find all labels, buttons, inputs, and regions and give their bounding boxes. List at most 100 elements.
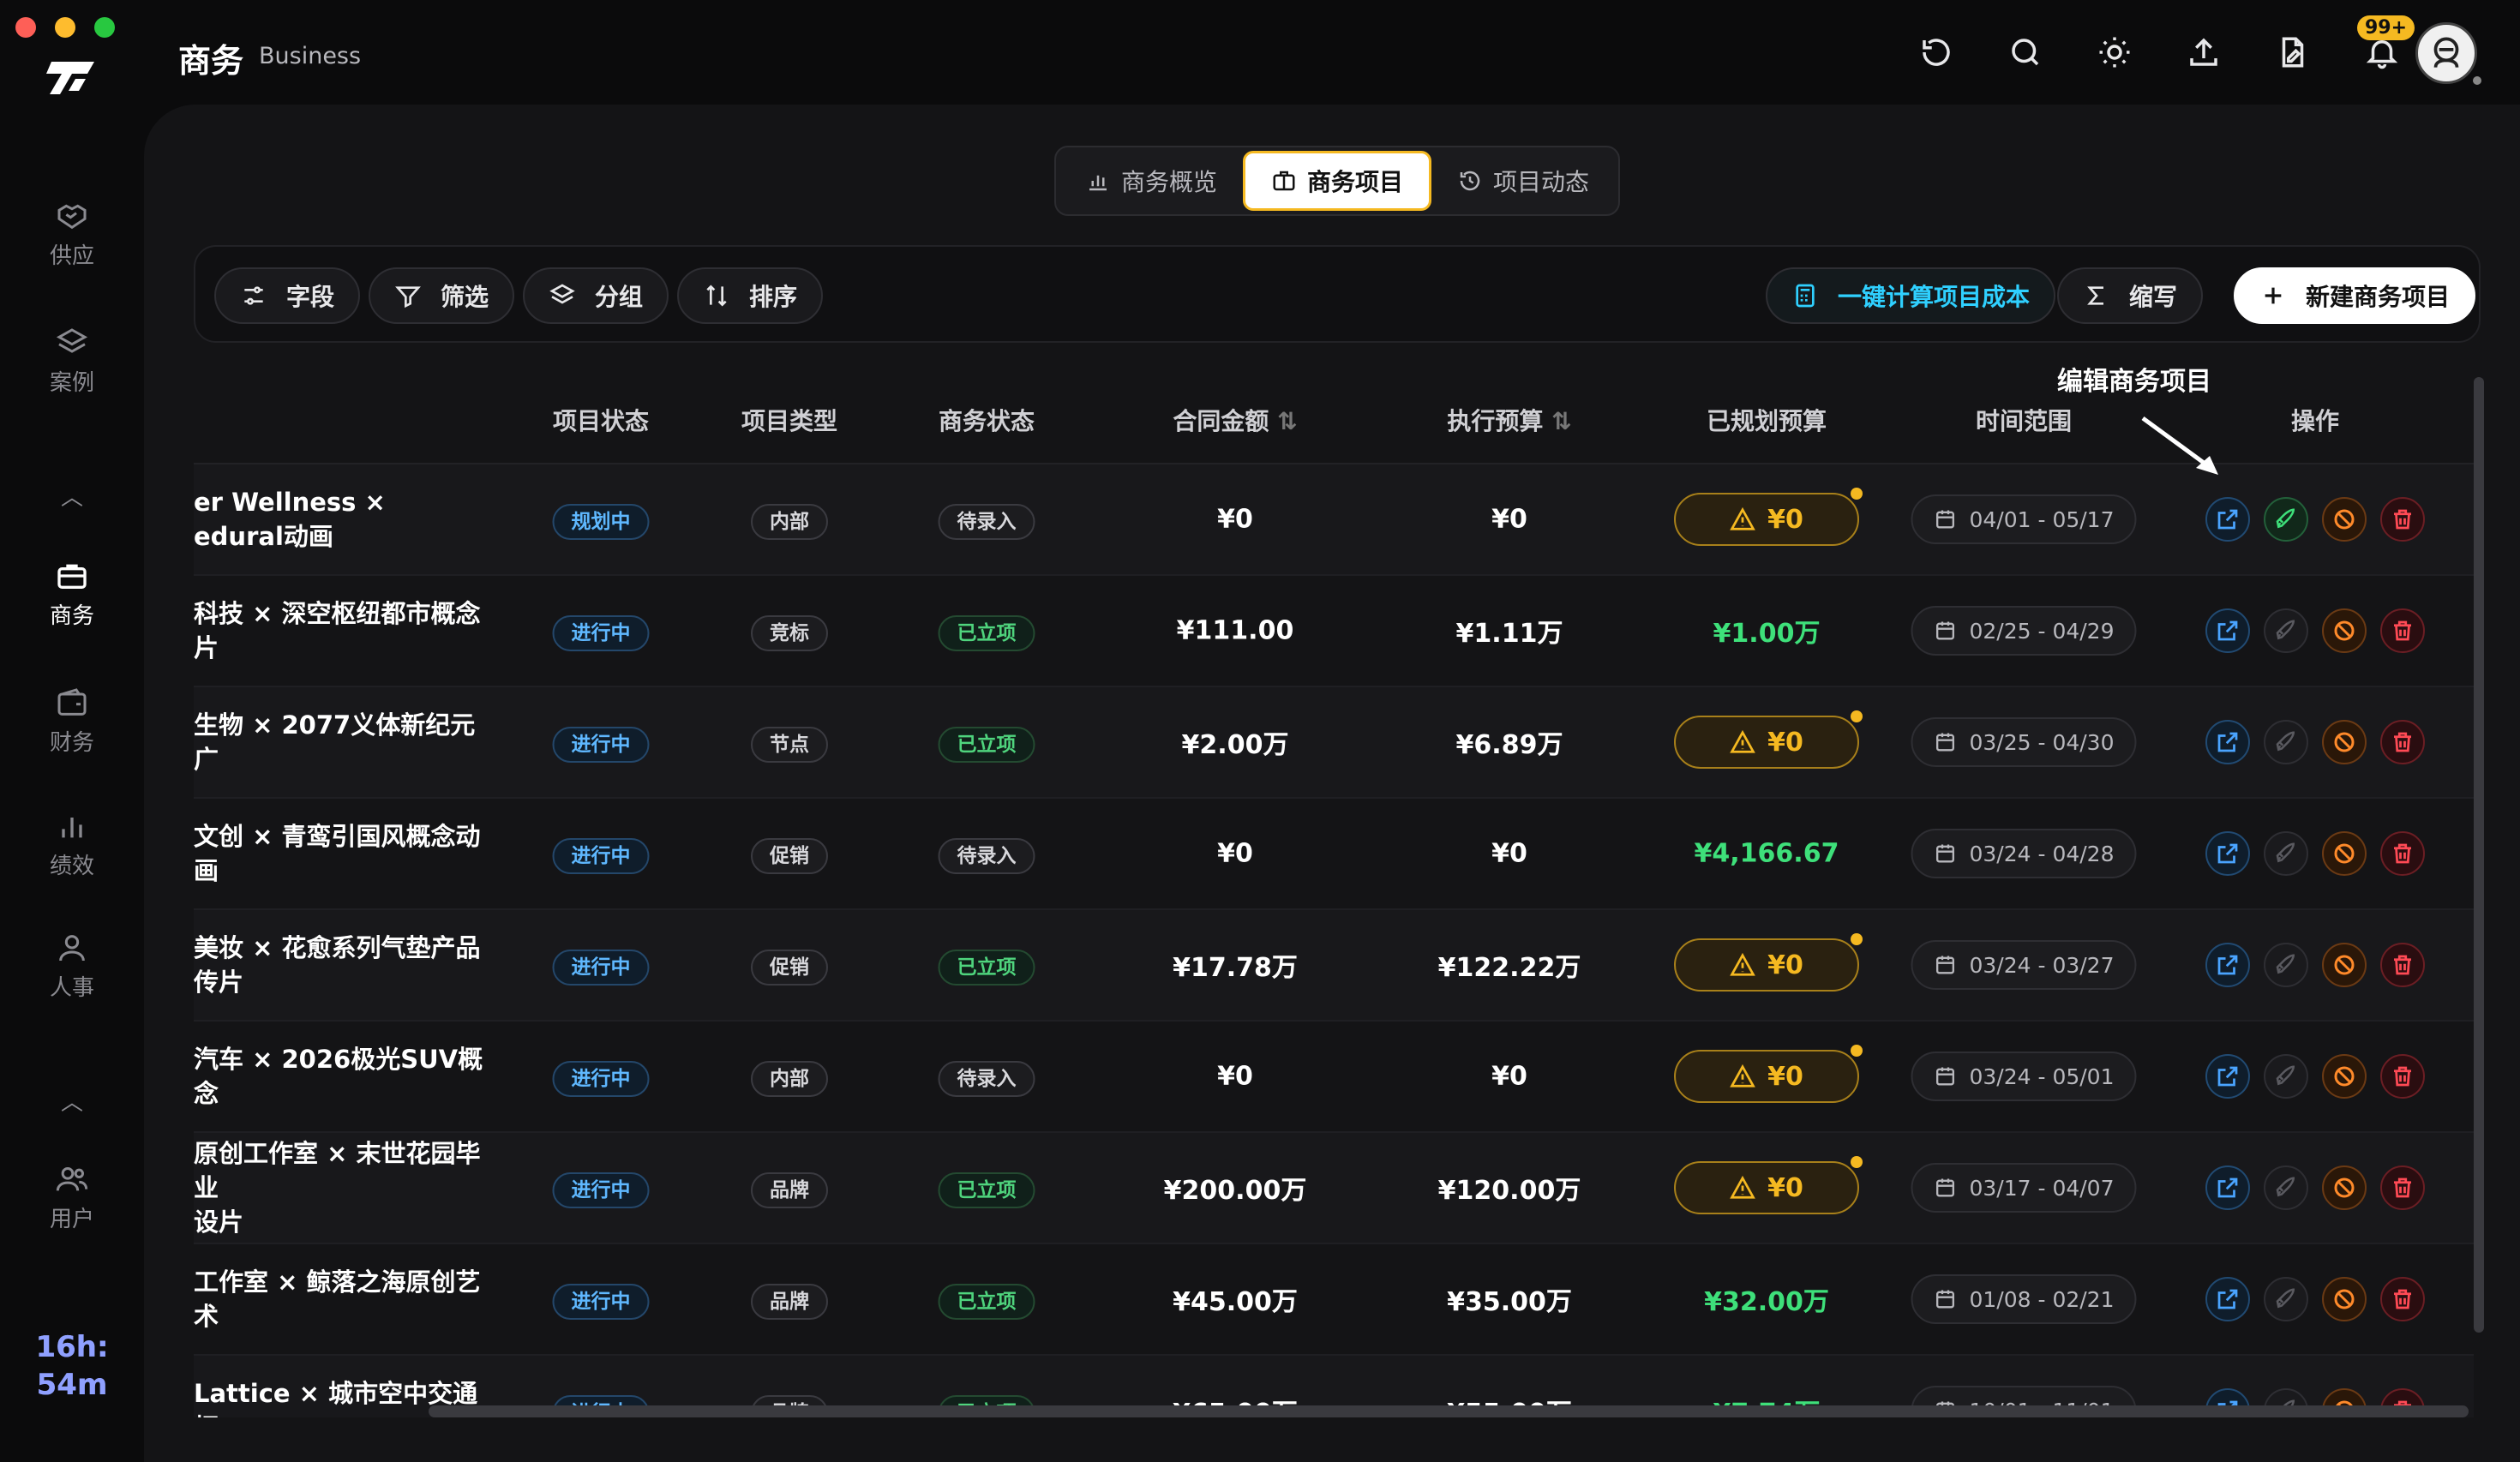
sidebar-item-supply[interactable]: 供应 — [0, 199, 144, 270]
date-range[interactable]: 03/17 - 04/07 — [1911, 1163, 2137, 1213]
disable-button[interactable] — [2322, 497, 2367, 542]
horizontal-scrollbar[interactable] — [429, 1405, 2469, 1417]
tab-projects[interactable]: 商务项目 — [1243, 151, 1432, 211]
delete-button[interactable] — [2380, 608, 2425, 653]
project-name[interactable]: 美妆 × 花愈系列气垫产品 传片 — [194, 931, 485, 999]
sidebar-item-cases[interactable]: 案例 — [0, 326, 144, 397]
edit-button[interactable] — [2205, 943, 2250, 987]
table-row[interactable]: 原创工作室 × 末世花园毕业 设片 进行中 品牌 已立项 ¥200.00万 ¥1… — [194, 1133, 2474, 1244]
disable-button[interactable] — [2322, 831, 2367, 876]
project-name[interactable]: 生物 × 2077义体新纪元广 — [194, 708, 485, 776]
person-icon — [59, 935, 85, 962]
disable-button[interactable] — [2322, 943, 2367, 987]
sidebar-item-performance[interactable]: 绩效 — [0, 809, 144, 880]
avatar[interactable] — [2415, 22, 2477, 84]
table-row[interactable]: 汽车 × 2026极光SUV概念 进行中 内部 待录入 ¥0 ¥0 ¥0 03/… — [194, 1022, 2474, 1133]
table-row[interactable]: 美妆 × 花愈系列气垫产品 传片 进行中 促销 已立项 ¥17.78万 ¥122… — [194, 910, 2474, 1022]
table-row[interactable]: 生物 × 2077义体新纪元广 进行中 节点 已立项 ¥2.00万 ¥6.89万… — [194, 687, 2474, 799]
column-header-type[interactable]: 项目类型 — [741, 403, 837, 437]
edit-button[interactable] — [2205, 720, 2250, 764]
disable-button[interactable] — [2322, 608, 2367, 653]
edit-button[interactable] — [2205, 497, 2250, 542]
sidebar-item-business[interactable]: 商务 — [0, 559, 144, 630]
date-range[interactable]: 03/25 - 04/30 — [1911, 717, 2137, 767]
collapse-caret-icon[interactable]: ︿ — [0, 480, 144, 512]
edit-button[interactable] — [2205, 608, 2250, 653]
vertical-scrollbar[interactable] — [2474, 377, 2484, 1333]
sidebar-item-users[interactable]: 用户 — [0, 1162, 144, 1233]
planned-warning[interactable]: ¥0 — [1674, 488, 1863, 546]
date-range[interactable]: 03/24 - 04/28 — [1911, 829, 2137, 878]
tab-activity[interactable]: 项目动态 — [1431, 151, 1615, 211]
calc-cost-button[interactable]: 一键计算项目成本 — [1766, 267, 2056, 324]
table-row[interactable]: 工作室 × 鲸落之海原创艺术 进行中 品牌 已立项 ¥45.00万 ¥35.00… — [194, 1244, 2474, 1356]
column-header-planned[interactable]: 已规划预算 — [1707, 403, 1827, 437]
edit-button[interactable] — [2205, 1165, 2250, 1210]
delete-button[interactable] — [2380, 720, 2425, 764]
sort-icon[interactable]: ⇅ — [1551, 407, 1571, 435]
table-row[interactable]: er Wellness × edural动画 规划中 内部 待录入 ¥0 ¥0 … — [194, 464, 2474, 576]
launch-button[interactable] — [2264, 608, 2308, 653]
disable-button[interactable] — [2322, 1054, 2367, 1099]
planned-warning[interactable]: ¥0 — [1674, 933, 1863, 992]
file-edit-icon[interactable] — [2275, 34, 2311, 70]
edit-button[interactable] — [2205, 1054, 2250, 1099]
new-project-button[interactable]: 新建商务项目 — [2234, 267, 2476, 324]
refresh-icon[interactable] — [1918, 34, 1954, 70]
column-header-budget[interactable]: 执行预算 ⇅ — [1447, 403, 1571, 437]
launch-button[interactable] — [2264, 497, 2308, 542]
delete-button[interactable] — [2380, 1054, 2425, 1099]
delete-button[interactable] — [2380, 1277, 2425, 1321]
filter-button[interactable]: 筛选 — [369, 267, 515, 324]
project-name[interactable]: er Wellness × edural动画 — [194, 485, 485, 554]
date-range[interactable]: 01/08 - 02/21 — [1911, 1274, 2137, 1324]
disable-button[interactable] — [2322, 720, 2367, 764]
date-range[interactable]: 03/24 - 05/01 — [1911, 1052, 2137, 1101]
launch-button[interactable] — [2264, 720, 2308, 764]
astronaut-icon — [2433, 37, 2459, 68]
sun-icon[interactable] — [2097, 34, 2133, 70]
planned-warning[interactable]: ¥0 — [1674, 1045, 1863, 1103]
project-name[interactable]: 文创 × 青鸾引国风概念动画 — [194, 819, 485, 888]
upload-icon[interactable] — [2186, 34, 2222, 70]
fields-button[interactable]: 字段 — [214, 267, 361, 324]
launch-button[interactable] — [2264, 943, 2308, 987]
launch-button[interactable] — [2264, 831, 2308, 876]
group-button[interactable]: 分组 — [523, 267, 669, 324]
notifications[interactable]: 99+ — [2357, 15, 2415, 74]
launch-button[interactable] — [2264, 1054, 2308, 1099]
search-icon[interactable] — [2007, 34, 2043, 70]
sidebar-item-hr[interactable]: 人事 — [0, 931, 144, 1002]
column-header-status[interactable]: 项目状态 — [553, 403, 649, 437]
date-range[interactable]: 04/01 - 05/17 — [1911, 494, 2137, 544]
column-header-contract[interactable]: 合同金额 ⇅ — [1173, 403, 1297, 437]
column-header-biz-status[interactable]: 商务状态 — [939, 403, 1035, 437]
collapse-caret-icon[interactable]: ︿ — [0, 1085, 144, 1117]
date-range[interactable]: 03/24 - 03/27 — [1911, 940, 2137, 990]
project-name[interactable]: 工作室 × 鲸落之海原创艺术 — [194, 1265, 485, 1333]
abbreviate-button[interactable]: 缩写 — [2057, 267, 2204, 324]
column-header-range[interactable]: 时间范围 — [1976, 403, 2072, 437]
table-row[interactable]: 文创 × 青鸾引国风概念动画 进行中 促销 待录入 ¥0 ¥0 ¥4,166.6… — [194, 799, 2474, 910]
edit-button[interactable] — [2205, 1277, 2250, 1321]
launch-button[interactable] — [2264, 1165, 2308, 1210]
date-range[interactable]: 02/25 - 04/29 — [1911, 606, 2137, 656]
disable-button[interactable] — [2322, 1165, 2367, 1210]
planned-warning[interactable]: ¥0 — [1674, 710, 1863, 769]
project-name[interactable]: 科技 × 深空枢纽都市概念片 — [194, 596, 485, 665]
sidebar-item-finance[interactable]: 财务 — [0, 686, 144, 757]
edit-button[interactable] — [2205, 831, 2250, 876]
planned-warning[interactable]: ¥0 — [1674, 1156, 1863, 1214]
sort-button[interactable]: 排序 — [677, 267, 824, 324]
delete-button[interactable] — [2380, 1165, 2425, 1210]
tab-overview[interactable]: 商务概览 — [1059, 151, 1243, 211]
launch-button[interactable] — [2264, 1277, 2308, 1321]
disable-button[interactable] — [2322, 1277, 2367, 1321]
table-row[interactable]: 科技 × 深空枢纽都市概念片 进行中 竞标 已立项 ¥111.00 ¥1.11万… — [194, 576, 2474, 687]
delete-button[interactable] — [2380, 497, 2425, 542]
delete-button[interactable] — [2380, 943, 2425, 987]
sort-icon[interactable]: ⇅ — [1277, 407, 1297, 435]
project-name[interactable]: 原创工作室 × 末世花园毕业 设片 — [194, 1136, 485, 1239]
delete-button[interactable] — [2380, 831, 2425, 876]
project-name[interactable]: 汽车 × 2026极光SUV概念 — [194, 1042, 485, 1111]
